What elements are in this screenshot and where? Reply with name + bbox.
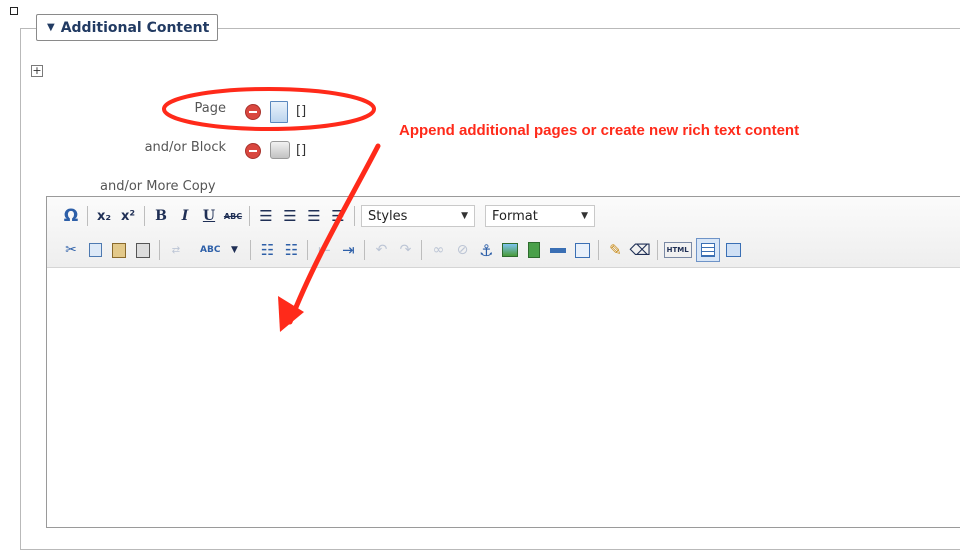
- align-right-icon[interactable]: ☰: [304, 205, 324, 227]
- find-replace-icon[interactable]: ⇄: [166, 239, 186, 261]
- link-icon[interactable]: ∞: [428, 239, 448, 261]
- more-copy-label: and/or More Copy: [100, 179, 216, 194]
- format-dropdown[interactable]: Format ▼: [485, 205, 595, 227]
- flash-icon[interactable]: [524, 239, 544, 261]
- paste-text-icon[interactable]: [133, 239, 153, 261]
- chevron-down-icon: ▼: [461, 211, 468, 221]
- toolbar-separator: [87, 206, 88, 226]
- subscript-button[interactable]: x₂: [94, 205, 114, 227]
- unlink-icon[interactable]: ⊘: [452, 239, 472, 261]
- italic-button[interactable]: I: [175, 205, 195, 227]
- table-icon[interactable]: [695, 238, 720, 262]
- styles-dropdown-value: Styles: [368, 208, 408, 224]
- format-dropdown-value: Format: [492, 208, 538, 224]
- toolbar-separator: [421, 240, 423, 260]
- toolbar-separator: [307, 240, 309, 260]
- redo-icon[interactable]: ↷: [395, 239, 415, 261]
- toolbar-separator: [354, 206, 355, 226]
- corner-checkbox: [10, 7, 18, 15]
- styles-dropdown[interactable]: Styles ▼: [361, 205, 475, 227]
- chevron-down-icon: ▼: [581, 211, 588, 221]
- bulleted-list-icon[interactable]: ☷: [257, 239, 277, 261]
- strikethrough-button[interactable]: ABC: [223, 205, 243, 227]
- section-toggle-additional-content[interactable]: ▼ Additional Content: [36, 14, 219, 41]
- toolbar-separator: [249, 206, 250, 226]
- block-value[interactable]: []: [296, 143, 306, 158]
- page-document-icon[interactable]: [270, 101, 288, 123]
- anchor-icon[interactable]: ⚓: [476, 239, 496, 261]
- toolbar-row-2: ✂ ⇄ ABC ▼ ☷ ☷ ⇤ ⇥ ↶ ↷ ∞ ⊘ ⚓ ✎ ⌫ HTML: [61, 238, 748, 262]
- annotation-callout-text: Append additional pages or create new ri…: [399, 122, 800, 139]
- chevron-down-icon[interactable]: ▼: [224, 239, 244, 261]
- underline-button[interactable]: U: [199, 205, 219, 227]
- clean-format-icon[interactable]: ✎: [605, 239, 625, 261]
- collapse-triangle-icon: ▼: [47, 22, 55, 33]
- remove-block-icon[interactable]: [245, 143, 261, 159]
- toolbar-separator: [598, 240, 600, 260]
- paste-icon[interactable]: [109, 239, 129, 261]
- align-center-icon[interactable]: ☰: [280, 205, 300, 227]
- fullscreen-icon[interactable]: [724, 239, 744, 261]
- align-left-icon[interactable]: ☰: [256, 205, 276, 227]
- toolbar-separator: [364, 240, 366, 260]
- form-icon[interactable]: [572, 239, 592, 261]
- page-value[interactable]: []: [296, 104, 306, 119]
- copy-icon[interactable]: [85, 239, 105, 261]
- eraser-icon[interactable]: ⌫: [629, 239, 650, 261]
- toolbar-separator: [250, 240, 252, 260]
- expand-button[interactable]: +: [31, 65, 43, 77]
- superscript-button[interactable]: x²: [118, 205, 138, 227]
- indent-icon[interactable]: ⇥: [338, 239, 358, 261]
- toolbar-row-1: Ω x₂ x² B I U ABC ☰ ☰ ☰ ☰ Styles ▼ Forma…: [61, 203, 605, 229]
- image-icon[interactable]: [500, 239, 520, 261]
- special-character-button[interactable]: Ω: [61, 205, 81, 227]
- html-source-button[interactable]: HTML: [663, 242, 692, 258]
- page-label: Page: [194, 101, 226, 116]
- cut-icon[interactable]: ✂: [61, 239, 81, 261]
- bold-button[interactable]: B: [151, 205, 171, 227]
- align-justify-icon[interactable]: ☰: [328, 205, 348, 227]
- horizontal-rule-icon[interactable]: [548, 239, 568, 261]
- block-cube-icon[interactable]: [270, 141, 290, 159]
- toolbar-separator: [144, 206, 145, 226]
- numbered-list-icon[interactable]: ☷: [281, 239, 301, 261]
- undo-icon[interactable]: ↶: [371, 239, 391, 261]
- editor-toolbar: Ω x₂ x² B I U ABC ☰ ☰ ☰ ☰ Styles ▼ Forma…: [47, 197, 960, 268]
- spellcheck-button[interactable]: ABC: [200, 239, 220, 261]
- remove-page-icon[interactable]: [245, 104, 261, 120]
- toolbar-separator: [656, 240, 658, 260]
- outdent-icon[interactable]: ⇤: [314, 239, 334, 261]
- toolbar-separator: [159, 240, 160, 260]
- section-title: Additional Content: [60, 19, 210, 36]
- block-label: and/or Block: [144, 140, 226, 155]
